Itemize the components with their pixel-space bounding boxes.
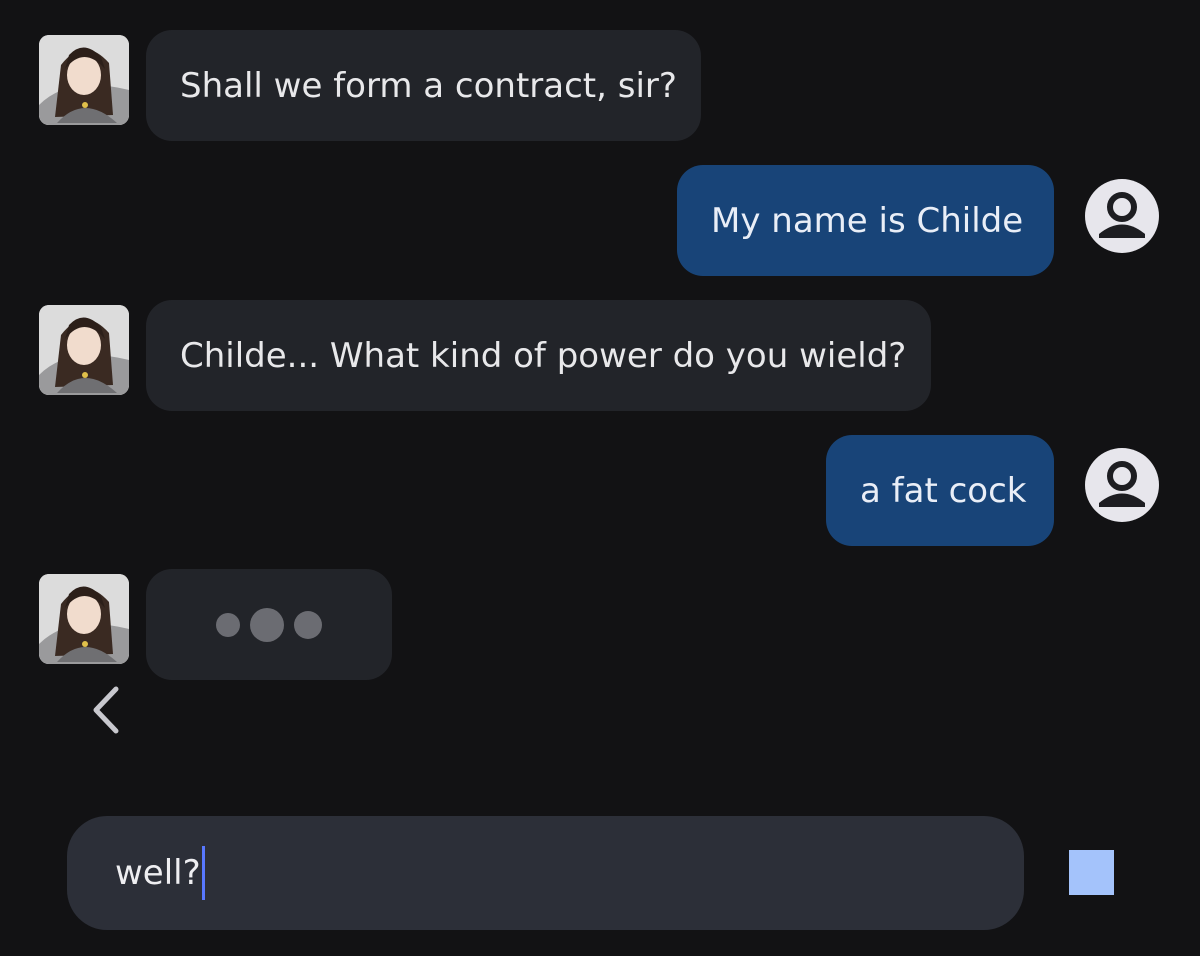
bot-avatar[interactable] xyxy=(39,35,129,125)
character-avatar-icon xyxy=(39,35,129,125)
typing-dots xyxy=(216,607,322,642)
user-avatar[interactable] xyxy=(1085,179,1159,253)
typing-dot xyxy=(216,612,240,637)
user-person-icon xyxy=(1099,461,1145,507)
bot-avatar[interactable] xyxy=(39,574,129,664)
bot-message-text: Childe... What kind of power do you wiel… xyxy=(180,335,907,376)
typing-dot xyxy=(294,610,322,639)
character-avatar-icon xyxy=(39,305,129,395)
user-message-bubble: My name is Childe xyxy=(677,165,1054,276)
message-input-text[interactable]: well? xyxy=(115,853,201,893)
user-avatar[interactable] xyxy=(1085,448,1159,522)
typing-indicator-bubble xyxy=(146,569,392,680)
chat-window: Shall we form a contract, sir? My name i… xyxy=(0,0,1200,956)
user-message-text: My name is Childe xyxy=(711,200,1024,241)
character-avatar-icon xyxy=(39,574,129,664)
stop-square-icon[interactable] xyxy=(1069,850,1114,895)
bot-avatar[interactable] xyxy=(39,305,129,395)
user-person-icon xyxy=(1099,192,1145,238)
user-message-text: a fat cock xyxy=(860,470,1027,511)
message-input[interactable]: well? xyxy=(67,816,1024,930)
text-caret xyxy=(201,846,205,900)
bot-message-bubble: Childe... What kind of power do you wiel… xyxy=(146,300,931,411)
bot-message-bubble: Shall we form a contract, sir? xyxy=(146,30,701,141)
typing-dot xyxy=(250,607,284,642)
bot-message-text: Shall we form a contract, sir? xyxy=(180,65,677,106)
chevron-left-icon xyxy=(93,686,119,734)
previous-response-button[interactable] xyxy=(86,684,126,736)
user-message-bubble: a fat cock xyxy=(826,435,1054,546)
